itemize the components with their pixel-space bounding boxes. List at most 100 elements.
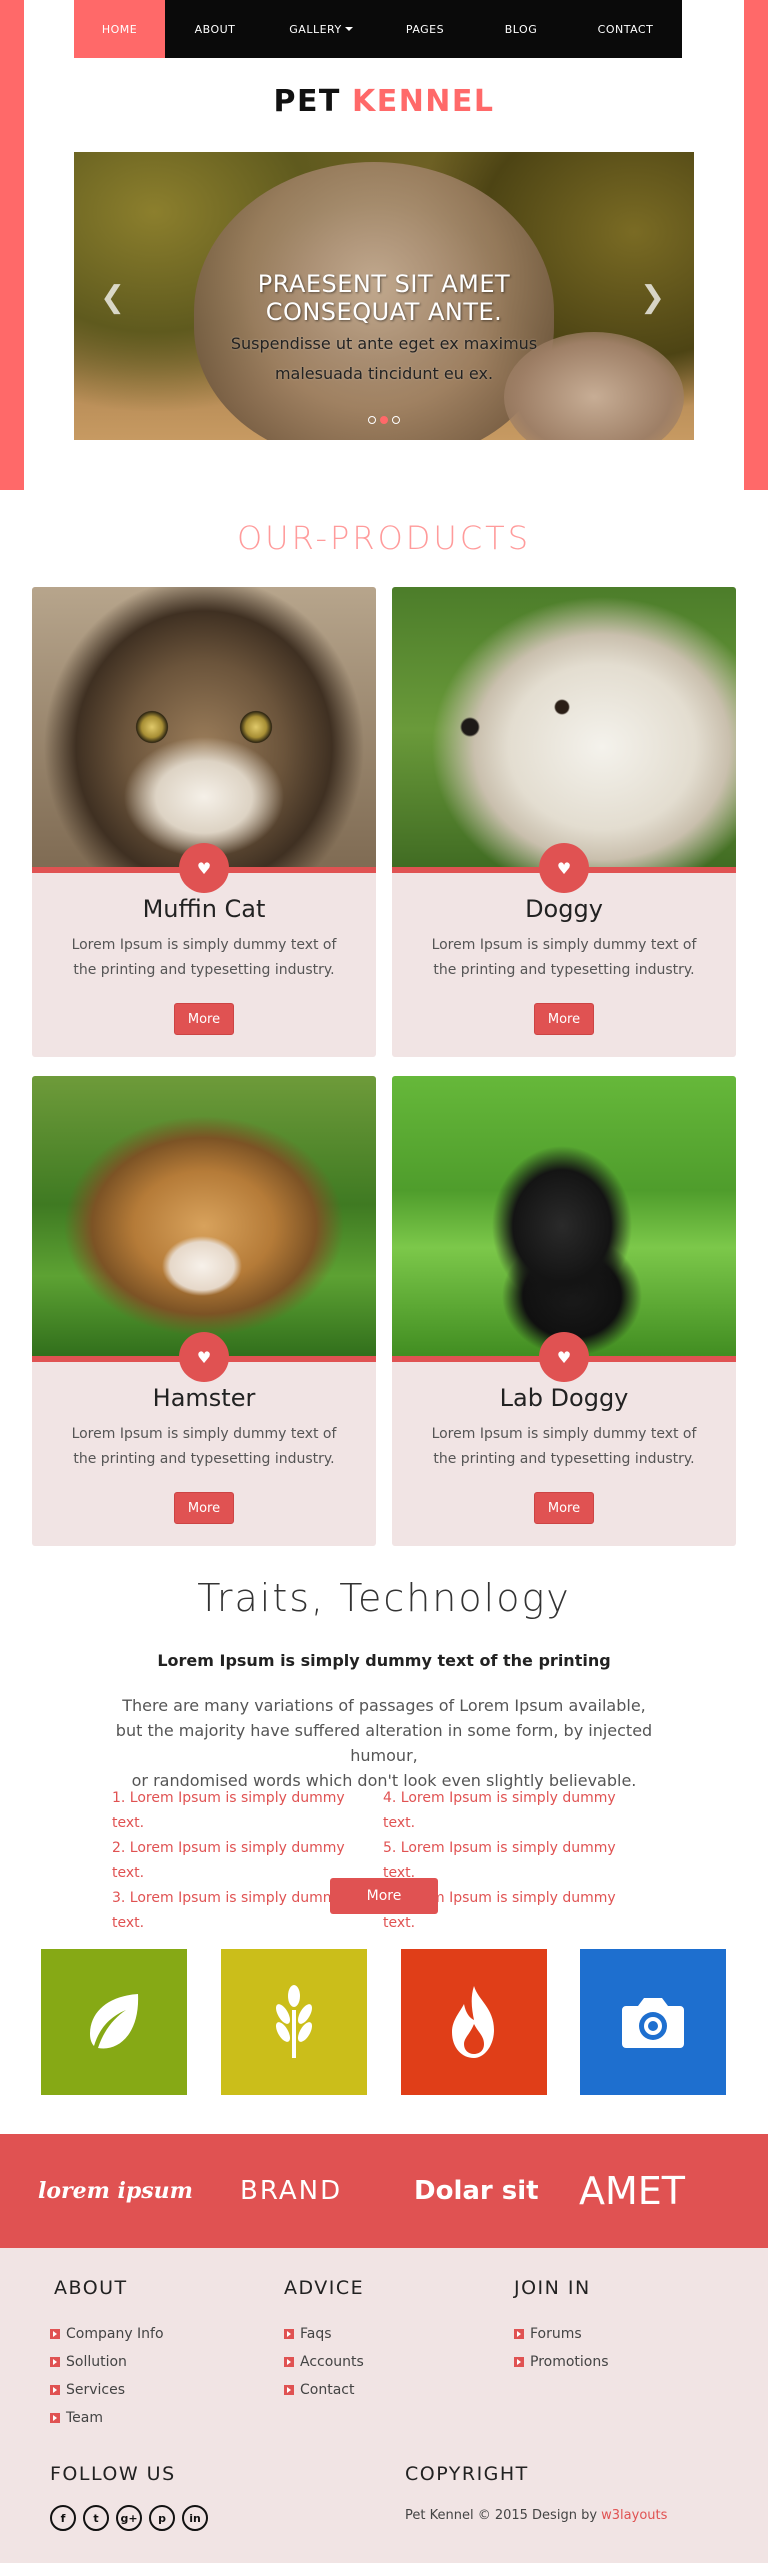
facebook-icon[interactable]: f [50, 2505, 76, 2531]
footer-link-label: Company Info [66, 2326, 164, 2342]
heart-icon[interactable]: ♥ [179, 1332, 229, 1382]
footer-link-contact[interactable]: Contact [284, 2376, 364, 2404]
tile-wheat[interactable] [221, 1949, 367, 2095]
twitter-icon[interactable]: t [83, 2505, 109, 2531]
w3layouts-link[interactable]: w3layouts [601, 2508, 667, 2523]
products-title: OUR-PRODUCTS [236, 519, 532, 557]
arrow-bullet-icon [514, 2357, 524, 2367]
traits-para-line: but the majority have suffered alteratio… [115, 1721, 653, 1765]
product-desc: Lorem Ipsum is simply dummy text of the … [71, 1426, 337, 1467]
footer-link-label: Services [66, 2382, 126, 2398]
nav-about[interactable]: ABOUT [165, 0, 265, 58]
heart-icon[interactable]: ♥ [539, 1332, 589, 1382]
footer-advice-title: ADVICE [284, 2277, 365, 2299]
traits-title: Traits, Technology [197, 1576, 571, 1620]
traits-more-button[interactable]: More [330, 1878, 438, 1914]
nav-gallery[interactable]: GALLERY [265, 0, 377, 58]
list-item: 4. Lorem Ipsum is simply dummy text. [383, 1790, 616, 1831]
slide-text-line2: malesuada tincidunt eu ex. [274, 364, 494, 383]
tile-leaf[interactable] [41, 1949, 187, 2095]
nav-home[interactable]: HOME [74, 0, 165, 58]
list-item: 1. Lorem Ipsum is simply dummy text. [112, 1790, 345, 1831]
pinterest-icon[interactable]: p [149, 2505, 175, 2531]
heart-icon[interactable]: ♥ [539, 843, 589, 893]
footer-link-forums[interactable]: Forums [514, 2320, 609, 2348]
arrow-bullet-icon [284, 2329, 294, 2339]
nav-pages[interactable]: PAGES [377, 0, 473, 58]
nav-gallery-label: GALLERY [289, 22, 342, 36]
footer-link-company-info[interactable]: Company Info [50, 2320, 164, 2348]
arrow-bullet-icon [514, 2329, 524, 2339]
footer-link-accounts[interactable]: Accounts [284, 2348, 364, 2376]
product-image-lab-doggy [392, 1076, 736, 1362]
footer-join-links: Forums Promotions [514, 2320, 609, 2376]
slider-dot-active[interactable] [380, 416, 388, 424]
product-desc: Lorem Ipsum is simply dummy text of the … [71, 937, 337, 978]
caret-down-icon [344, 27, 353, 31]
product-image-dog [392, 587, 736, 873]
more-button[interactable]: More [174, 1492, 234, 1524]
logo-part1: PET [273, 84, 341, 119]
footer-link-team[interactable]: Team [50, 2404, 164, 2432]
brand-logo-1[interactable]: lorem ipsum [38, 2134, 193, 2248]
product-card-hamster: ♥ Hamster Lorem Ipsum is simply dummy te… [32, 1076, 376, 1546]
nav-blog[interactable]: BLOG [473, 0, 569, 58]
copyright-text: Pet Kennel © 2015 Design by w3layouts [405, 2508, 667, 2523]
footer-link-label: Accounts [300, 2354, 364, 2370]
google-plus-icon[interactable]: g+ [116, 2505, 142, 2531]
footer-link-label: Sollution [66, 2354, 127, 2370]
footer-link-faqs[interactable]: Faqs [284, 2320, 364, 2348]
copyright-label: Pet Kennel © 2015 Design by [405, 2508, 602, 2523]
slide-heading-line2: CONSEQUAT ANTE. [265, 298, 503, 326]
nav-blog-label: BLOG [504, 22, 538, 36]
arrow-bullet-icon [50, 2357, 60, 2367]
brand-logo-2[interactable]: BRAND [240, 2134, 342, 2248]
main-nav: HOME ABOUT GALLERY PAGES BLOG CONTACT [74, 0, 682, 58]
product-desc: Lorem Ipsum is simply dummy text of the … [431, 1426, 697, 1467]
slider-dot[interactable] [392, 416, 400, 424]
camera-icon [622, 1998, 684, 2048]
slide-heading-line1: PRAESENT SIT AMET [257, 270, 511, 298]
linkedin-icon[interactable]: in [182, 2505, 208, 2531]
leaf-icon [90, 1994, 139, 2049]
fire-icon [452, 1986, 494, 2058]
footer-follow-title: FOLLOW US [50, 2463, 176, 2485]
footer-link-label: Promotions [530, 2354, 609, 2370]
product-image-cat [32, 587, 376, 873]
footer-link-label: Forums [530, 2326, 582, 2342]
nav-about-label: ABOUT [194, 22, 236, 36]
product-name: Doggy [525, 895, 603, 923]
traits-para-line: There are many variations of passages of… [122, 1696, 646, 1715]
tile-camera[interactable] [580, 1949, 726, 2095]
more-button[interactable]: More [534, 1003, 594, 1035]
more-button[interactable]: More [534, 1492, 594, 1524]
more-button[interactable]: More [174, 1003, 234, 1035]
arrow-bullet-icon [50, 2385, 60, 2395]
decorative-left-bar [0, 0, 24, 490]
nav-home-label: HOME [101, 22, 138, 36]
footer-link-services[interactable]: Services [50, 2376, 164, 2404]
heart-icon[interactable]: ♥ [179, 843, 229, 893]
footer-copyright-title: COPYRIGHT [405, 2463, 529, 2485]
decorative-right-bar [744, 0, 768, 490]
hero-slider: ❮ ❯ PRAESENT SIT AMET CONSEQUAT ANTE. Su… [74, 152, 694, 440]
tile-fire[interactable] [401, 1949, 547, 2095]
arrow-bullet-icon [284, 2385, 294, 2395]
nav-contact[interactable]: CONTACT [569, 0, 682, 58]
footer-link-label: Faqs [300, 2326, 332, 2342]
footer-link-label: Contact [300, 2382, 355, 2398]
arrow-bullet-icon [50, 2413, 60, 2423]
slide-caption: PRAESENT SIT AMET CONSEQUAT ANTE. Suspen… [74, 270, 694, 386]
brand-logo-4[interactable]: AMET [579, 2134, 685, 2248]
brand-logo-3[interactable]: Dolar sit [414, 2134, 539, 2248]
product-desc: Lorem Ipsum is simply dummy text of the … [431, 937, 697, 978]
traits-paragraph: There are many variations of passages of… [90, 1693, 678, 1793]
product-name: Lab Doggy [499, 1384, 629, 1412]
slider-dot[interactable] [368, 416, 376, 424]
footer-link-promotions[interactable]: Promotions [514, 2348, 609, 2376]
product-card-muffin-cat: ♥ Muffin Cat Lorem Ipsum is simply dummy… [32, 587, 376, 1057]
footer-link-sollution[interactable]: Sollution [50, 2348, 164, 2376]
site-logo[interactable]: PET KENNEL [0, 84, 768, 119]
product-card-lab-doggy: ♥ Lab Doggy Lorem Ipsum is simply dummy … [392, 1076, 736, 1546]
product-image-hamster [32, 1076, 376, 1362]
